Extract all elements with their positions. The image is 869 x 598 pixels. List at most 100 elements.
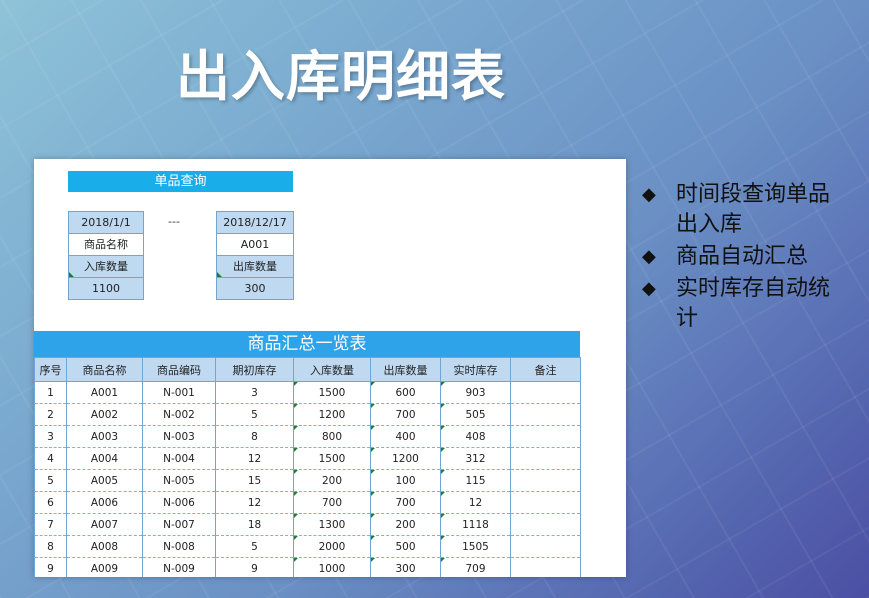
table-cell: A004 <box>66 447 143 470</box>
table-row: 1 A001 N-001 3 1500 600 903 <box>34 381 581 404</box>
table-cell <box>510 535 581 558</box>
table-cell: 15 <box>215 469 294 492</box>
table-cell: 5 <box>215 403 294 426</box>
date-range-separator: --- <box>168 215 180 228</box>
product-name-value[interactable]: A001 <box>217 234 293 256</box>
bullet-item: ◆ 时间段查询单品出入库 <box>640 180 850 240</box>
table-cell: A005 <box>66 469 143 492</box>
table-cell: A006 <box>66 491 143 514</box>
column-header: 期初库存 <box>215 357 294 382</box>
table-cell: N-007 <box>142 513 216 536</box>
query-right-box: 2018/12/17 A001 出库数量 300 <box>216 211 294 300</box>
table-cell: 9 <box>34 557 67 577</box>
table-cell: A003 <box>66 425 143 448</box>
table-cell: 1200 <box>370 447 441 470</box>
table-cell: 2 <box>34 403 67 426</box>
column-header: 序号 <box>34 357 67 382</box>
end-date-cell[interactable]: 2018/12/17 <box>217 212 293 234</box>
table-cell: 200 <box>370 513 441 536</box>
table-cell: 3 <box>34 425 67 448</box>
table-cell: 8 <box>34 535 67 558</box>
table-cell: 505 <box>440 403 511 426</box>
table-cell: 115 <box>440 469 511 492</box>
table-cell: N-005 <box>142 469 216 492</box>
table-cell <box>510 403 581 426</box>
table-cell <box>510 381 581 404</box>
column-header: 实时库存 <box>440 357 511 382</box>
start-date-cell[interactable]: 2018/1/1 <box>69 212 143 234</box>
table-cell: 12 <box>440 491 511 514</box>
table-cell <box>510 469 581 492</box>
table-cell: 1200 <box>293 403 371 426</box>
table-cell <box>510 513 581 536</box>
table-row: 4 A004 N-004 12 1500 1200 312 <box>34 447 581 470</box>
table-cell: 5 <box>215 535 294 558</box>
table-cell: N-009 <box>142 557 216 577</box>
table-cell: 12 <box>215 447 294 470</box>
table-cell: 3 <box>215 381 294 404</box>
table-cell: 12 <box>215 491 294 514</box>
table-cell: 4 <box>34 447 67 470</box>
table-cell: 709 <box>440 557 511 577</box>
table-cell: 700 <box>370 403 441 426</box>
table-row: 3 A003 N-003 8 800 400 408 <box>34 425 581 448</box>
query-left-box: 2018/1/1 商品名称 入库数量 1100 <box>68 211 144 300</box>
table-cell: 7 <box>34 513 67 536</box>
in-qty-value: 1100 <box>69 278 143 299</box>
single-product-query-header: 单品查询 <box>68 171 293 192</box>
table-cell: 1300 <box>293 513 371 536</box>
diamond-bullet-icon: ◆ <box>642 278 656 299</box>
table-cell: 5 <box>34 469 67 492</box>
table-cell: 200 <box>293 469 371 492</box>
spreadsheet-screenshot: 单品查询 2018/1/1 商品名称 入库数量 1100 --- 2018/12… <box>34 159 626 577</box>
table-cell: N-006 <box>142 491 216 514</box>
table-row: 2 A002 N-002 5 1200 700 505 <box>34 403 581 426</box>
table-cell: A008 <box>66 535 143 558</box>
table-cell: 1000 <box>293 557 371 577</box>
slide-title: 出入库明细表 <box>176 45 506 108</box>
table-cell: 500 <box>370 535 441 558</box>
table-cell: N-002 <box>142 403 216 426</box>
bullet-item: ◆ 商品自动汇总 <box>640 242 850 272</box>
table-cell: 1 <box>34 381 67 404</box>
table-cell: 1118 <box>440 513 511 536</box>
diamond-bullet-icon: ◆ <box>642 246 656 267</box>
table-cell: A001 <box>66 381 143 404</box>
bullet-text: 商品自动汇总 <box>676 244 809 269</box>
diamond-bullet-icon: ◆ <box>642 184 656 205</box>
bullet-text: 实时库存自动统计 <box>676 276 831 331</box>
table-cell: 700 <box>370 491 441 514</box>
table-cell: 1500 <box>293 381 371 404</box>
product-name-label: 商品名称 <box>69 234 143 256</box>
table-cell: A009 <box>66 557 143 577</box>
table-cell: 2000 <box>293 535 371 558</box>
table-cell: 903 <box>440 381 511 404</box>
bullet-item: ◆ 实时库存自动统计 <box>640 274 850 334</box>
table-cell <box>510 447 581 470</box>
out-qty-label: 出库数量 <box>217 256 293 278</box>
column-header: 备注 <box>510 357 581 382</box>
table-cell: 8 <box>215 425 294 448</box>
table-cell: 6 <box>34 491 67 514</box>
table-cell: 18 <box>215 513 294 536</box>
in-qty-label: 入库数量 <box>69 256 143 278</box>
feature-bullet-list: ◆ 时间段查询单品出入库 ◆ 商品自动汇总 ◆ 实时库存自动统计 <box>640 180 850 336</box>
summary-table: 序号 商品名称 商品编码 期初库存 入库数量 出库数量 实时库存 备注 1 A0… <box>34 357 581 577</box>
table-cell: N-001 <box>142 381 216 404</box>
table-cell: A007 <box>66 513 143 536</box>
column-header: 商品编码 <box>142 357 216 382</box>
table-cell: 312 <box>440 447 511 470</box>
table-cell: 408 <box>440 425 511 448</box>
out-qty-value: 300 <box>217 278 293 299</box>
table-cell <box>510 491 581 514</box>
table-row: 7 A007 N-007 18 1300 200 1118 <box>34 513 581 536</box>
table-cell: 9 <box>215 557 294 577</box>
table-cell: N-008 <box>142 535 216 558</box>
table-cell: 400 <box>370 425 441 448</box>
table-header-row: 序号 商品名称 商品编码 期初库存 入库数量 出库数量 实时库存 备注 <box>34 357 581 382</box>
table-cell: 100 <box>370 469 441 492</box>
table-cell: 1505 <box>440 535 511 558</box>
table-cell <box>510 557 581 577</box>
table-cell: 600 <box>370 381 441 404</box>
table-cell: N-004 <box>142 447 216 470</box>
